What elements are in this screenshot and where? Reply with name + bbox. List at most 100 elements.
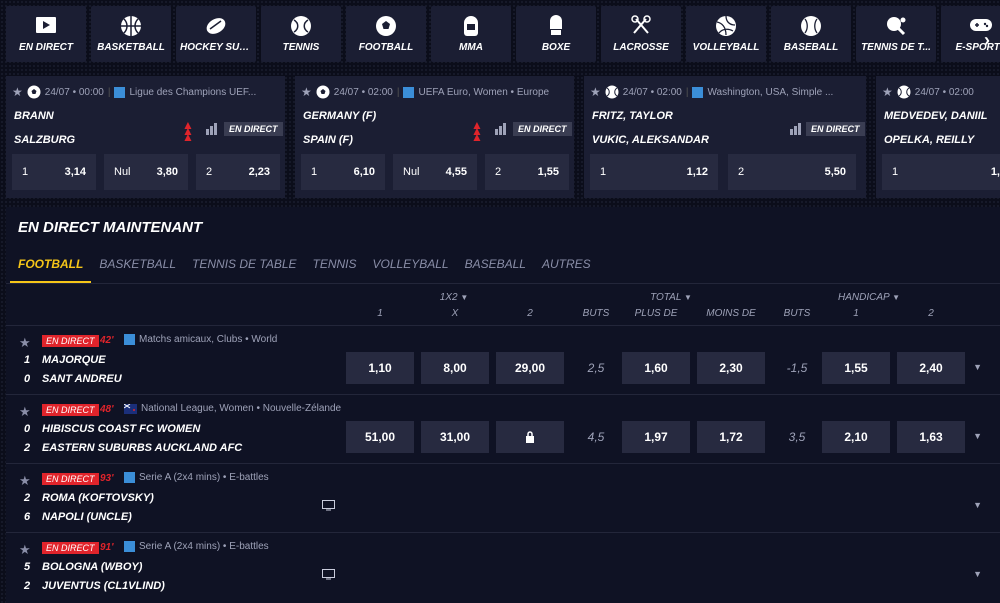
team-2: SPAIN (F) xyxy=(303,134,353,146)
odd-button[interactable]: 2 2,23 xyxy=(196,154,280,190)
world-flag-icon xyxy=(124,334,135,345)
caret-down-icon: ▼ xyxy=(683,293,692,302)
sport-esports[interactable]: E-SPORTS xyxy=(941,6,1000,62)
sport-lacrosse[interactable]: LACROSSE xyxy=(601,6,681,62)
market-select-total[interactable]: TOTAL ▼ xyxy=(631,292,711,303)
odd-button[interactable]: 2 1,55 xyxy=(485,154,569,190)
chevron-down-icon[interactable]: ▼ xyxy=(973,500,982,510)
team-1: BRANN xyxy=(14,110,54,122)
match-row[interactable]: ★ EN DIRECT 48' National League, Women •… xyxy=(6,394,1000,462)
chevron-down-icon[interactable]: ▼ xyxy=(973,431,982,441)
odd-under[interactable]: 1,72 xyxy=(697,421,765,453)
soccer-ball-icon xyxy=(27,85,41,99)
star-icon[interactable]: ★ xyxy=(19,473,31,489)
stats-icon[interactable] xyxy=(495,123,507,135)
odd-under[interactable]: 2,30 xyxy=(697,352,765,384)
star-icon[interactable]: ★ xyxy=(19,404,31,420)
sport-baseball[interactable]: BASEBALL xyxy=(771,6,851,62)
odd-button[interactable]: 1 1,12 xyxy=(590,154,718,190)
chevron-down-icon[interactable]: ▼ xyxy=(973,569,982,579)
odd-x[interactable]: 31,00 xyxy=(421,421,489,453)
boxing-glove-icon xyxy=(516,15,596,37)
tab-tennis[interactable]: TENNIS xyxy=(305,257,365,283)
match-row[interactable]: ★ EN DIRECT 91' Serie A (2x4 mins) • E-b… xyxy=(6,532,1000,600)
competition: National League, Women • Nouvelle-Zéland… xyxy=(141,403,342,414)
tab-table-tennis[interactable]: TENNIS DE TABLE xyxy=(184,257,304,283)
match-time: 24/07 • 02:00 xyxy=(333,86,393,98)
chevron-down-icon[interactable]: ▼ xyxy=(973,362,982,372)
stats-icon[interactable] xyxy=(790,123,802,135)
star-icon[interactable]: ★ xyxy=(301,85,312,99)
sport-table-tennis[interactable]: TENNIS DE T... xyxy=(856,6,936,62)
tv-stream-icon[interactable] xyxy=(322,569,335,580)
featured-card[interactable]: ★ 24/07 • 02:00 | Washington, USA, Simpl… xyxy=(584,76,866,198)
tab-baseball[interactable]: BASEBALL xyxy=(457,257,534,283)
trend-up-icon: ▲ ▲ ▲ xyxy=(471,118,483,144)
odd-handicap-2[interactable]: 2,40 xyxy=(897,352,965,384)
sport-tennis[interactable]: TENNIS xyxy=(261,6,341,62)
new-zealand-flag-icon xyxy=(124,403,137,414)
soccer-ball-icon xyxy=(316,85,330,99)
odd-1[interactable]: 51,00 xyxy=(346,421,414,453)
sport-tabs: FOOTBALL BASKETBALL TENNIS DE TABLE TENN… xyxy=(10,257,599,283)
score-home: 0 xyxy=(24,423,31,435)
market-select-1x2[interactable]: 1X2 ▼ xyxy=(424,292,484,303)
team-home: BOLOGNA (WBOY) xyxy=(42,561,143,573)
featured-card[interactable]: ★ 24/07 • 00:00 | Ligue des Champions UE… xyxy=(6,76,285,198)
match-row[interactable]: ★ EN DIRECT 93' Serie A (2x4 mins) • E-b… xyxy=(6,463,1000,531)
sport-hockey[interactable]: HOCKEY SUR... xyxy=(176,6,256,62)
star-icon[interactable]: ★ xyxy=(19,542,31,558)
sport-football[interactable]: FOOTBALL xyxy=(346,6,426,62)
tab-others[interactable]: AUTRES xyxy=(534,257,599,283)
tab-basketball[interactable]: BASKETBALL xyxy=(91,257,184,283)
score-home: 2 xyxy=(24,492,31,504)
odd-1[interactable]: 1,10 xyxy=(346,352,414,384)
gamepad-icon xyxy=(941,15,1000,37)
tab-football[interactable]: FOOTBALL xyxy=(10,257,92,283)
soccer-ball-icon xyxy=(346,15,426,37)
market-select-handicap[interactable]: HANDICAP ▼ xyxy=(824,292,914,303)
score-away: 2 xyxy=(24,580,31,592)
sport-live[interactable]: EN DIRECT xyxy=(6,6,86,62)
match-minute: 93' xyxy=(100,473,114,484)
handicap-line: 3,5 xyxy=(788,430,806,444)
world-flag-icon xyxy=(124,541,135,552)
tab-volleyball[interactable]: VOLLEYBALL xyxy=(365,257,457,283)
odd-button[interactable]: Nul 3,80 xyxy=(104,154,188,190)
odd-button[interactable]: 1 6,10 xyxy=(301,154,385,190)
odd-button[interactable]: Nul 4,55 xyxy=(393,154,477,190)
team-away: JUVENTUS (CL1VLIND) xyxy=(42,580,165,592)
tennis-ball-icon xyxy=(605,85,619,99)
star-icon[interactable]: ★ xyxy=(882,85,893,99)
odd-button[interactable]: 1 1, xyxy=(882,154,1000,190)
chevron-right-icon[interactable]: › xyxy=(984,30,990,51)
star-icon[interactable]: ★ xyxy=(19,335,31,351)
odd-over[interactable]: 1,60 xyxy=(622,352,690,384)
star-icon[interactable]: ★ xyxy=(590,85,601,99)
trend-up-icon: ▲ ▲ ▲ xyxy=(182,118,194,144)
world-flag-icon xyxy=(692,86,704,98)
match-row[interactable]: ★ EN DIRECT 42' Matchs amicaux, Clubs • … xyxy=(6,325,1000,393)
odd-handicap-1[interactable]: 2,10 xyxy=(822,421,890,453)
odd-2[interactable]: 29,00 xyxy=(496,352,564,384)
odd-button[interactable]: 1 3,14 xyxy=(12,154,96,190)
odd-over[interactable]: 1,97 xyxy=(622,421,690,453)
sport-mma[interactable]: MMA xyxy=(431,6,511,62)
odd-x[interactable]: 8,00 xyxy=(421,352,489,384)
sport-volleyball[interactable]: VOLLEYBALL xyxy=(686,6,766,62)
live-badge: EN DIRECT xyxy=(42,335,99,347)
sport-boxe[interactable]: BOXE xyxy=(516,6,596,62)
lock-icon xyxy=(526,431,534,443)
tv-stream-icon[interactable] xyxy=(322,500,335,511)
team-2: SALZBURG xyxy=(14,134,76,146)
live-badge: EN DIRECT xyxy=(42,542,99,554)
star-icon[interactable]: ★ xyxy=(12,85,23,99)
featured-card[interactable]: ★ 24/07 • 02:00 MEDVEDEV, DANIIL OPELKA,… xyxy=(876,76,1000,198)
odd-handicap-1[interactable]: 1,55 xyxy=(822,352,890,384)
sport-basketball[interactable]: BASKETBALL xyxy=(91,6,171,62)
odd-button[interactable]: 2 5,50 xyxy=(728,154,856,190)
odd-handicap-2[interactable]: 1,63 xyxy=(897,421,965,453)
stats-icon[interactable] xyxy=(206,123,218,135)
featured-card[interactable]: ★ 24/07 • 02:00 | UEFA Euro, Women • Eur… xyxy=(295,76,574,198)
team-2: OPELKA, REILLY xyxy=(884,134,975,146)
